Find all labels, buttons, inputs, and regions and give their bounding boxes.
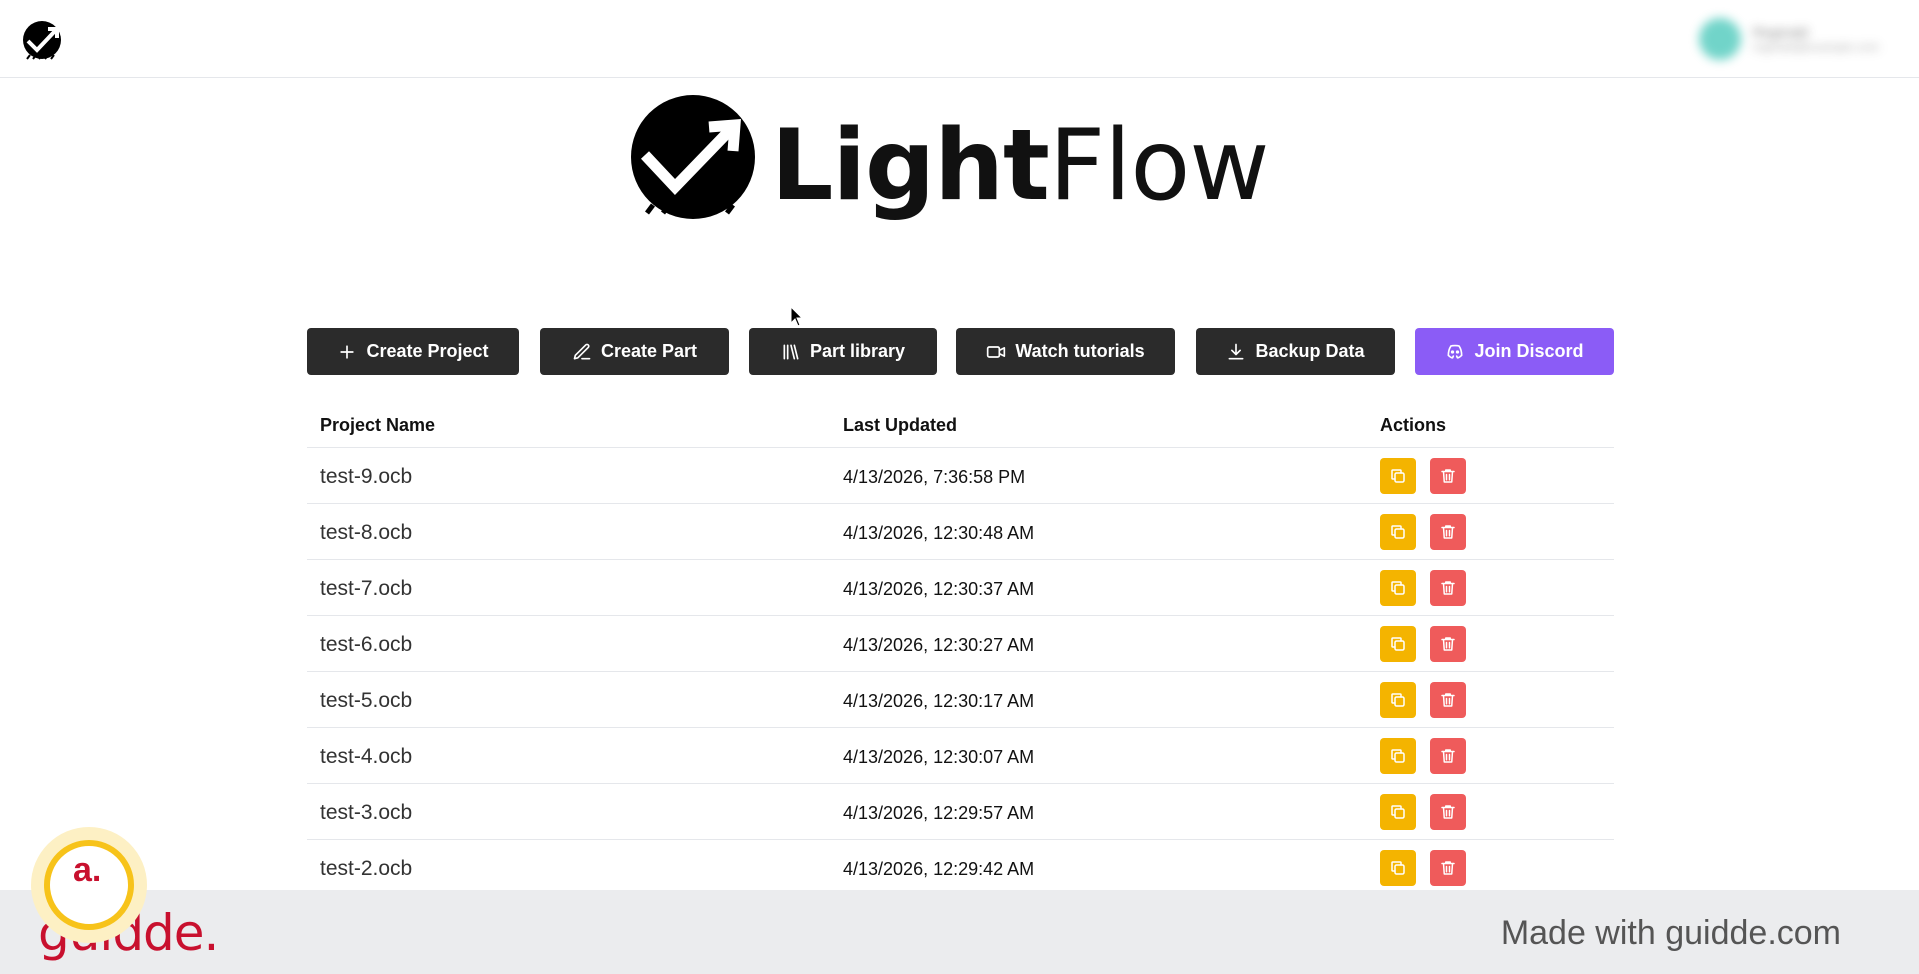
- last-updated: 4/13/2026, 12:30:07 AM: [843, 747, 1035, 767]
- copy-icon: [1391, 861, 1405, 875]
- trash-icon: [1441, 805, 1455, 819]
- brand-hero: LightFlow: [627, 95, 1307, 230]
- user-name: Reginald: [1752, 24, 1809, 40]
- trash-icon: [1441, 637, 1455, 651]
- discord-icon: [1447, 344, 1463, 359]
- trash-icon: [1441, 581, 1455, 595]
- project-name[interactable]: test-8.ocb: [320, 521, 412, 545]
- copy-icon: [1391, 693, 1405, 707]
- column-header-actions: Actions: [1380, 415, 1447, 435]
- last-updated: 4/13/2026, 12:30:48 AM: [843, 523, 1035, 543]
- delete-button[interactable]: [1430, 458, 1466, 494]
- project-name[interactable]: test-2.ocb: [320, 857, 412, 881]
- table-row[interactable]: test-9.ocb 4/13/2026, 7:36:58 PM: [307, 448, 1614, 504]
- table-row[interactable]: test-8.ocb 4/13/2026, 12:30:48 AM: [307, 504, 1614, 560]
- last-updated: 4/13/2026, 12:30:27 AM: [843, 635, 1035, 655]
- user-menu[interactable]: Reginald reginald@example.com: [1698, 18, 1879, 60]
- last-updated: 4/13/2026, 12:29:42 AM: [843, 859, 1035, 879]
- duplicate-button[interactable]: [1380, 738, 1416, 774]
- copy-icon: [1391, 637, 1405, 651]
- mouse-cursor-icon: [790, 306, 804, 327]
- join-discord-button[interactable]: Join Discord: [1415, 328, 1614, 375]
- trash-icon: [1441, 749, 1455, 763]
- project-name[interactable]: test-6.ocb: [320, 633, 412, 657]
- table-row[interactable]: test-3.ocb 4/13/2026, 12:29:57 AM: [307, 784, 1614, 840]
- duplicate-button[interactable]: [1380, 682, 1416, 718]
- duplicate-button[interactable]: [1380, 850, 1416, 886]
- project-name[interactable]: test-9.ocb: [320, 465, 412, 489]
- duplicate-button[interactable]: [1380, 570, 1416, 606]
- guidde-footer: guidde. Made with guidde.com: [0, 890, 1919, 974]
- top-navbar: Reginald reginald@example.com: [0, 0, 1919, 78]
- table-header: Project Name Last Updated Actions: [307, 400, 1614, 448]
- brand-wordmark: LightFlow: [771, 109, 1270, 223]
- backup-data-button[interactable]: Backup Data: [1196, 328, 1395, 375]
- project-name[interactable]: test-4.ocb: [320, 745, 412, 769]
- delete-button[interactable]: [1430, 794, 1466, 830]
- trash-icon: [1441, 469, 1455, 483]
- duplicate-button[interactable]: [1380, 794, 1416, 830]
- lightflow-logo-icon[interactable]: [21, 21, 65, 61]
- delete-button[interactable]: [1430, 850, 1466, 886]
- delete-button[interactable]: [1430, 626, 1466, 662]
- project-name[interactable]: test-3.ocb: [320, 801, 412, 825]
- video-camera-icon: [987, 345, 1006, 358]
- copy-icon: [1391, 749, 1405, 763]
- copy-icon: [1391, 469, 1405, 483]
- last-updated: 4/13/2026, 12:30:37 AM: [843, 579, 1035, 599]
- copy-icon: [1391, 525, 1405, 539]
- table-row[interactable]: test-7.ocb 4/13/2026, 12:30:37 AM: [307, 560, 1614, 616]
- guidde-badge[interactable]: a.: [31, 827, 147, 943]
- plus-icon: [340, 344, 355, 359]
- projects-table: Project Name Last Updated Actions test-9…: [307, 400, 1614, 896]
- table-row[interactable]: test-5.ocb 4/13/2026, 12:30:17 AM: [307, 672, 1614, 728]
- last-updated: 4/13/2026, 7:36:58 PM: [843, 467, 1026, 487]
- library-icon: [783, 344, 799, 359]
- copy-icon: [1391, 581, 1405, 595]
- download-icon: [1228, 343, 1244, 359]
- last-updated: 4/13/2026, 12:30:17 AM: [843, 691, 1035, 711]
- part-library-button[interactable]: Part library: [749, 328, 937, 375]
- watch-tutorials-button[interactable]: Watch tutorials: [956, 328, 1175, 375]
- duplicate-button[interactable]: [1380, 514, 1416, 550]
- duplicate-button[interactable]: [1380, 458, 1416, 494]
- table-row[interactable]: test-4.ocb 4/13/2026, 12:30:07 AM: [307, 728, 1614, 784]
- user-email: reginald@example.com: [1752, 40, 1879, 54]
- duplicate-button[interactable]: [1380, 626, 1416, 662]
- delete-button[interactable]: [1430, 738, 1466, 774]
- trash-icon: [1441, 525, 1455, 539]
- table-row[interactable]: test-2.ocb 4/13/2026, 12:29:42 AM: [307, 840, 1614, 896]
- create-part-button[interactable]: Create Part: [540, 328, 729, 375]
- delete-button[interactable]: [1430, 514, 1466, 550]
- badge-letter: a.: [73, 851, 102, 889]
- delete-button[interactable]: [1430, 570, 1466, 606]
- trash-icon: [1441, 861, 1455, 875]
- column-header-project-name[interactable]: Project Name: [320, 415, 435, 436]
- lightflow-logo-icon: [631, 95, 755, 219]
- project-name[interactable]: test-7.ocb: [320, 577, 412, 601]
- edit-icon: [573, 343, 591, 359]
- create-project-button[interactable]: Create Project: [307, 328, 519, 375]
- delete-button[interactable]: [1430, 682, 1466, 718]
- avatar: [1698, 18, 1741, 60]
- table-row[interactable]: test-6.ocb 4/13/2026, 12:30:27 AM: [307, 616, 1614, 672]
- project-name[interactable]: test-5.ocb: [320, 689, 412, 713]
- made-with-text: Made with guidde.com: [1500, 914, 1841, 952]
- last-updated: 4/13/2026, 12:29:57 AM: [843, 803, 1035, 823]
- column-header-last-updated[interactable]: Last Updated: [843, 415, 957, 436]
- trash-icon: [1441, 693, 1455, 707]
- copy-icon: [1391, 805, 1405, 819]
